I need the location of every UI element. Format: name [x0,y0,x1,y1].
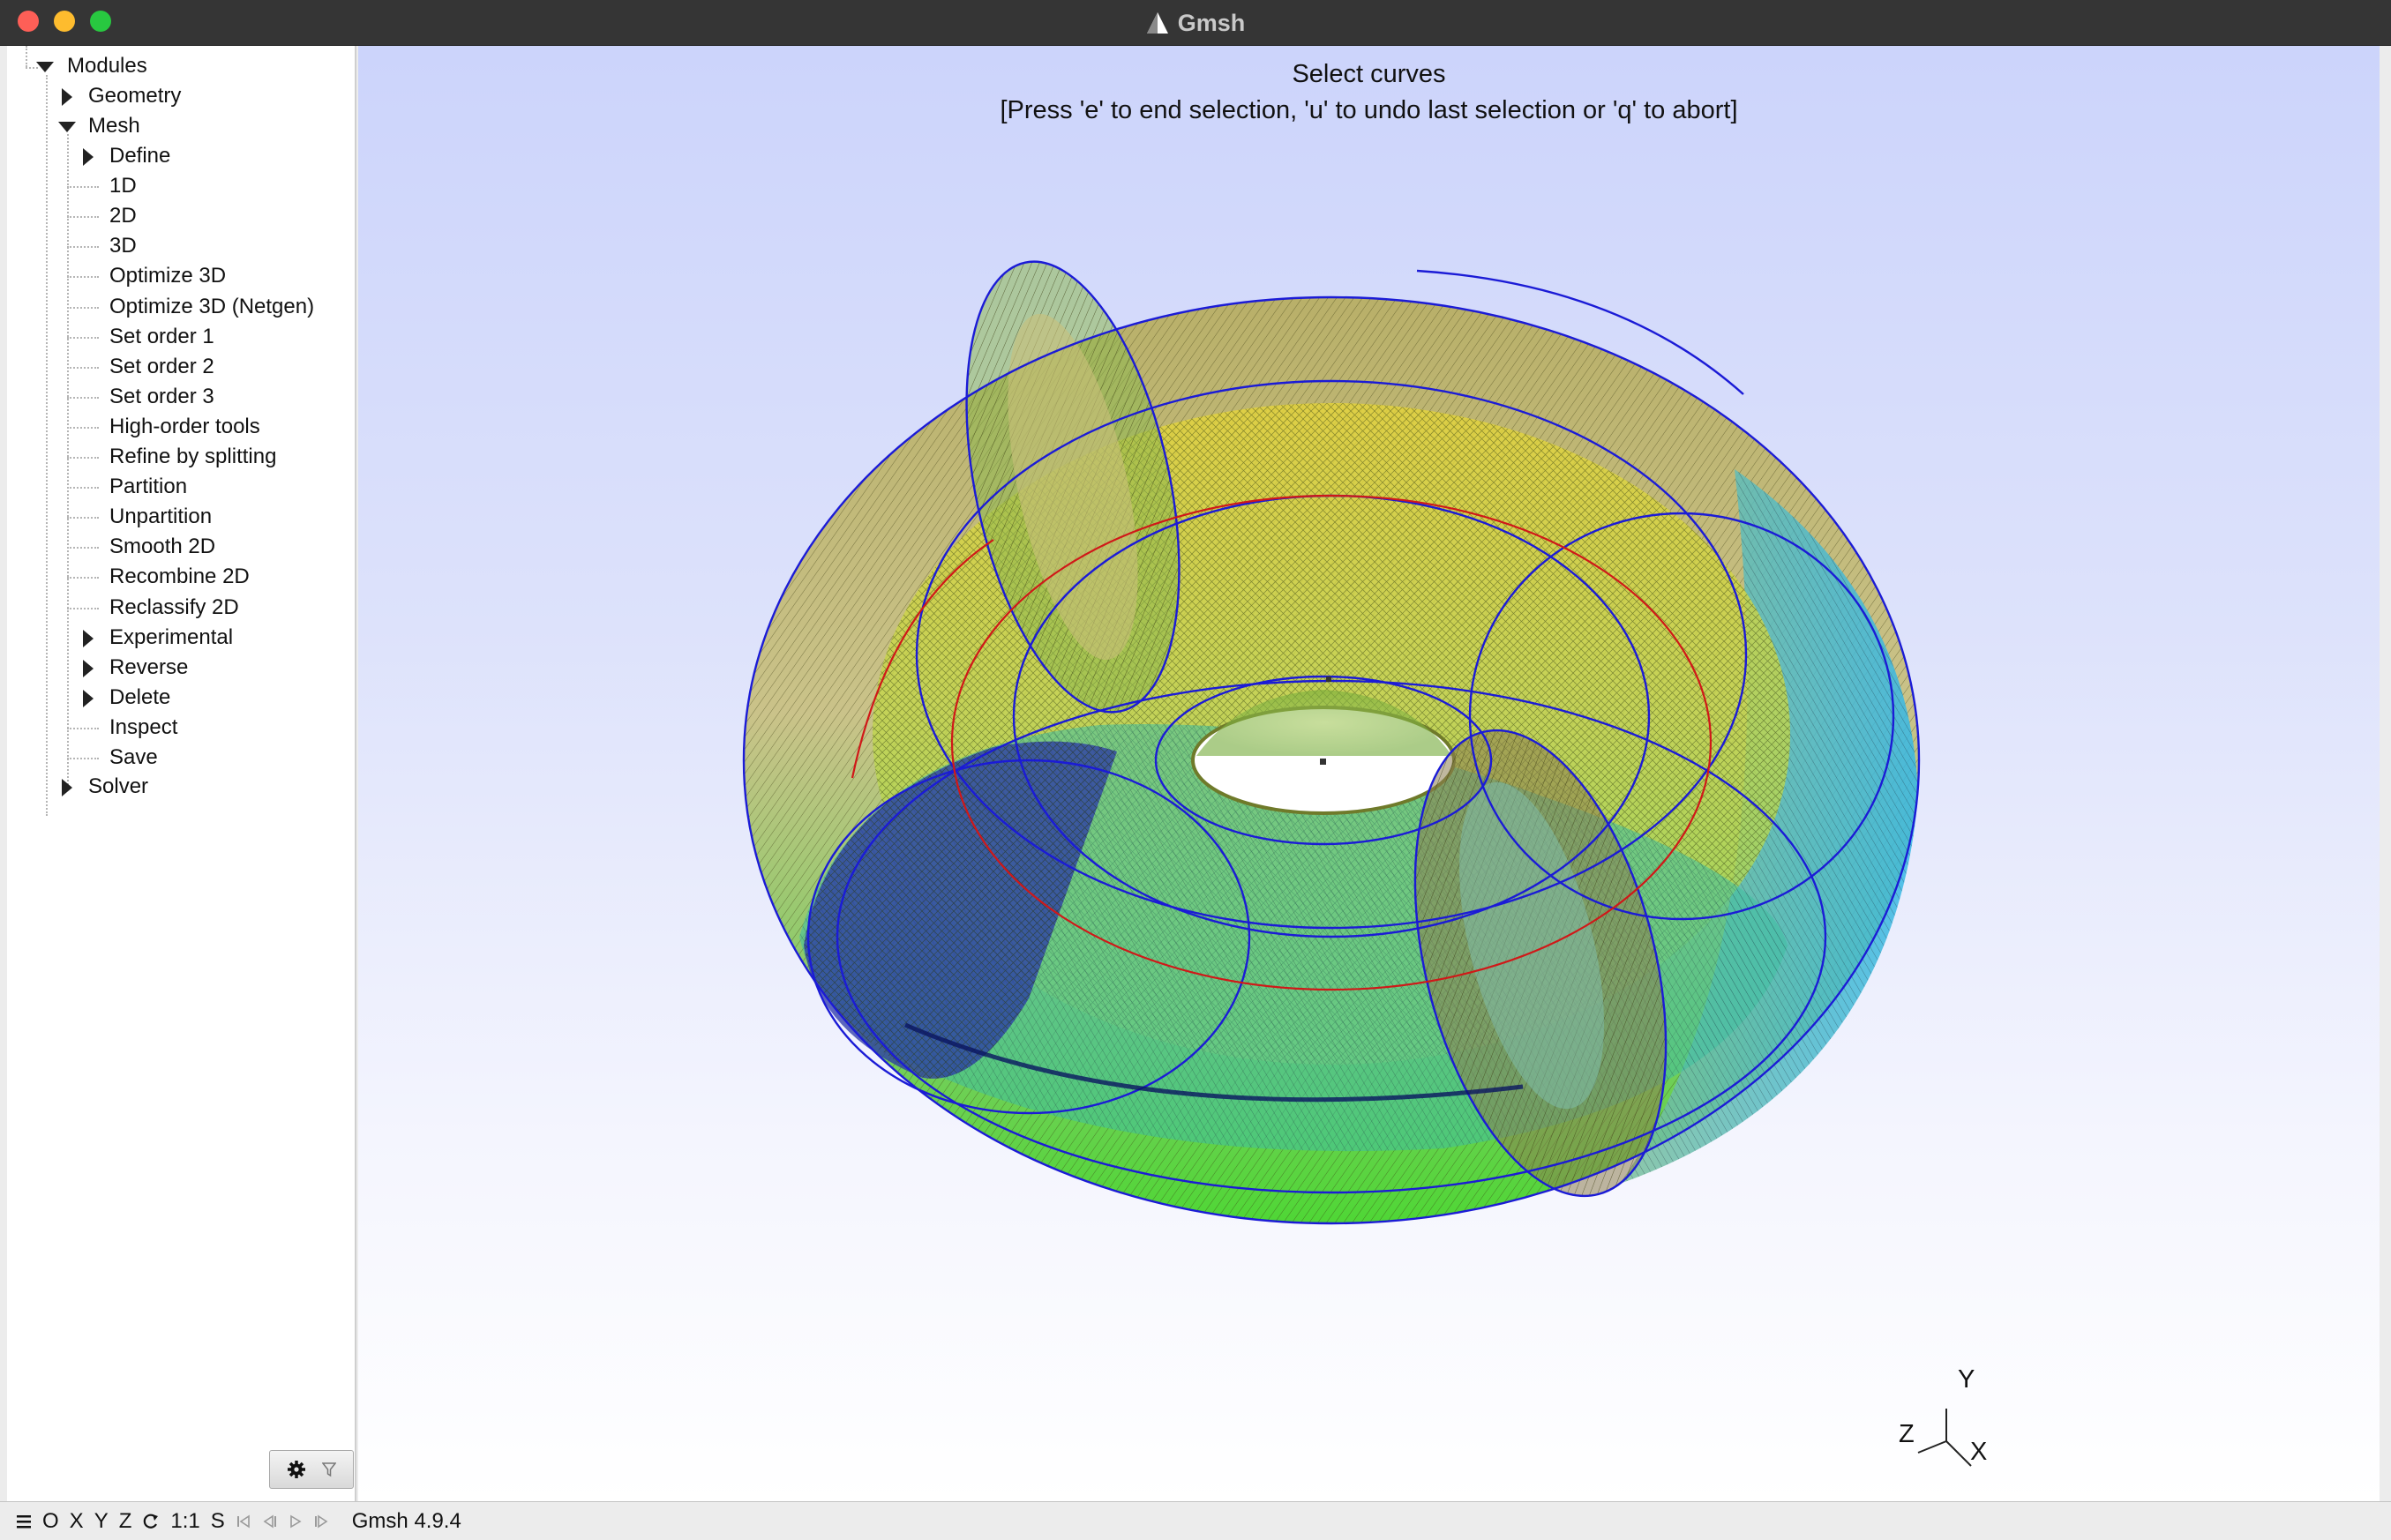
tree-item-2d[interactable]: 2D [109,201,137,231]
tree-connector [67,134,69,785]
rotate-icon [144,1514,159,1529]
center-point [1320,759,1326,765]
hamburger-icon [17,1514,31,1528]
window-title: Gmsh [1177,9,1246,36]
tree-connector [67,186,99,188]
mesh-collapse-toggle[interactable] [58,118,76,136]
menu-toggle-button[interactable] [11,1506,37,1537]
step-back-button[interactable] [257,1506,283,1537]
tree-connector [67,216,99,218]
tree-connector [67,276,99,278]
tree-connector [67,758,99,759]
tree-connector [67,367,99,369]
tree-connector [67,307,99,309]
tree-item-optimize-3d-netgen[interactable]: Optimize 3D (Netgen) [109,292,314,322]
view-z-button[interactable]: Z [114,1506,138,1537]
tree-item-set-order-3[interactable]: Set order 3 [109,382,214,412]
tree-connector [46,75,48,816]
tree-connector [67,397,99,399]
tree-item-high-order-tools[interactable]: High-order tools [109,412,260,442]
step-forward-icon [314,1514,328,1528]
tree-item-inspect[interactable]: Inspect [109,713,177,743]
axis-x-label: X [1970,1438,1988,1466]
gmsh-triangle-icon [1146,12,1168,34]
view-y-button[interactable]: Y [89,1506,114,1537]
title-bar: Gmsh [0,0,2391,46]
tree-connector [67,337,99,339]
tree-item-experimental[interactable]: Experimental [109,623,233,653]
tree-item-recombine-2d[interactable]: Recombine 2D [109,562,250,592]
gear-icon [288,1461,305,1478]
tree-connector [67,577,99,579]
tree-item-reverse[interactable]: Reverse [109,653,188,683]
tree-connector [67,457,99,459]
tree-item-solver[interactable]: Solver [88,772,148,802]
modules-collapse-toggle[interactable] [36,58,54,76]
tree-connector [26,46,27,67]
tree-item-1d[interactable]: 1D [109,171,137,201]
tree-connector [67,487,99,489]
axis-z-label: Z [1899,1420,1915,1448]
step-back-icon [263,1514,276,1528]
tree-connector [67,608,99,609]
module-tree-panel: Modules Geometry Mesh Define 1D 2D 3D Optimi… [7,46,356,1501]
tree-item-3d[interactable]: 3D [109,231,137,261]
rotate-button[interactable] [137,1506,165,1537]
geometry-expand-toggle[interactable] [58,88,76,106]
tree-connector [67,246,99,248]
tree-item-delete[interactable]: Delete [109,683,170,713]
tree-item-mesh[interactable]: Mesh [88,111,140,141]
tree-item-save[interactable]: Save [109,743,158,773]
tree-item-define[interactable]: Define [109,141,170,171]
tree-item-smooth-2d[interactable]: Smooth 2D [109,532,215,562]
tree-item-optimize-3d[interactable]: Optimize 3D [109,261,226,291]
define-expand-toggle[interactable] [79,148,97,166]
status-message: Gmsh 4.9.4 [351,1508,461,1533]
delete-expand-toggle[interactable] [79,690,97,707]
tree-item-partition[interactable]: Partition [109,472,187,502]
tree-item-set-order-1[interactable]: Set order 1 [109,322,214,352]
view-origin-button[interactable]: O [37,1506,64,1537]
tree-connector [67,728,99,729]
tree-connector [67,517,99,519]
graphics-viewport[interactable]: Select curves [Press 'e' to end selectio… [358,46,2380,1501]
play-button[interactable] [283,1506,308,1537]
tree-item-modules[interactable]: Modules [67,51,147,81]
window-right-edge [2380,46,2391,1501]
mesh-render[interactable] [358,46,2380,1501]
tree-item-unpartition[interactable]: Unpartition [109,502,212,532]
main-window: Modules Geometry Mesh Define 1D 2D 3D Optimi… [0,46,2391,1540]
center-point [1326,677,1331,682]
first-step-button[interactable] [230,1506,257,1537]
tree-item-reclassify-2d[interactable]: Reclassify 2D [109,593,239,623]
tree-item-geometry[interactable]: Geometry [88,81,181,111]
tree-connector [67,427,99,429]
select-button[interactable]: S [206,1506,230,1537]
reverse-expand-toggle[interactable] [79,660,97,677]
first-step-icon [236,1514,250,1528]
experimental-expand-toggle[interactable] [79,630,97,647]
tree-options-button[interactable] [269,1450,354,1489]
tree-item-set-order-2[interactable]: Set order 2 [109,352,214,382]
play-icon [289,1514,302,1528]
view-x-button[interactable]: X [64,1506,89,1537]
axis-y-label: Y [1958,1365,1975,1394]
solver-expand-toggle[interactable] [58,779,76,796]
tree-connector [67,547,99,549]
step-forward-button[interactable] [308,1506,334,1537]
window-title-area: Gmsh [0,0,2391,46]
filter-icon [322,1462,336,1477]
status-bar: O X Y Z 1:1 S Gmsh 4.9.4 [0,1501,2391,1540]
scale-reset-button[interactable]: 1:1 [165,1506,205,1537]
tree-item-refine-by-splitting[interactable]: Refine by splitting [109,442,276,472]
